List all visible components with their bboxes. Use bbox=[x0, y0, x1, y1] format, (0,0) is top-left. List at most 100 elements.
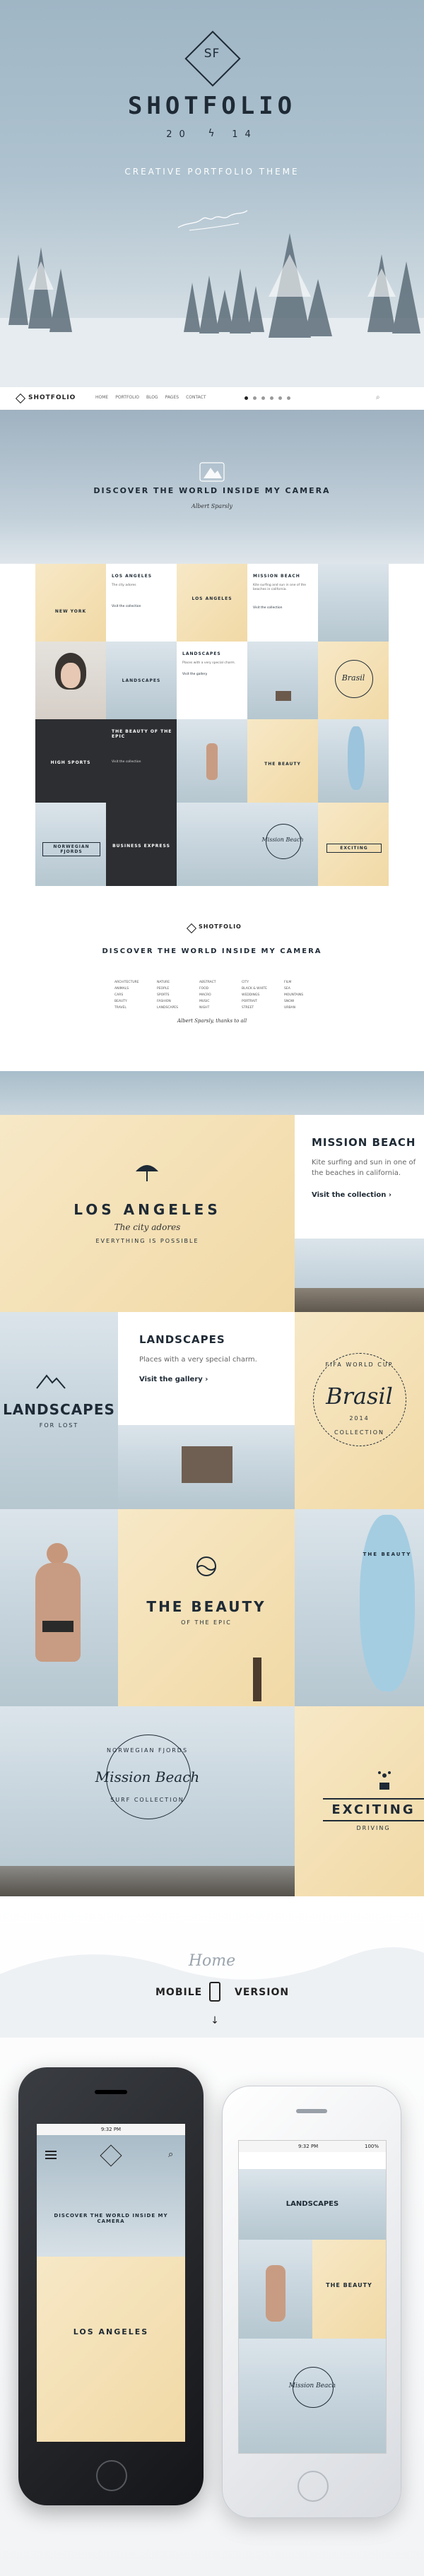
rocks-shape bbox=[295, 1288, 424, 1312]
footer-link[interactable]: ARCHITECTURE bbox=[114, 981, 157, 984]
social-icon[interactable] bbox=[287, 396, 290, 400]
tile-landscapes-large[interactable]: LANDSCAPES FOR LOST bbox=[0, 1312, 118, 1509]
footer-title: DISCOVER THE WORLD INSIDE MY CAMERA bbox=[102, 947, 322, 955]
footer-link[interactable]: ANIMALS bbox=[114, 987, 157, 991]
tile-portrait[interactable] bbox=[35, 642, 106, 719]
visit-collection-link[interactable]: Visit the collection › bbox=[312, 1191, 391, 1199]
nav-link-blog[interactable]: BLOG bbox=[146, 395, 158, 400]
tile-beauty[interactable]: THE BEAUTY bbox=[247, 719, 318, 803]
tile-mission-badge[interactable]: Mission Beach bbox=[247, 803, 318, 886]
footer-link[interactable]: NATURE bbox=[157, 981, 199, 984]
footer-link[interactable]: URBAN bbox=[284, 1006, 326, 1010]
tile-caption: NEW YORK bbox=[54, 609, 87, 614]
tile-link[interactable]: Visit the collection bbox=[253, 606, 282, 610]
footer-link[interactable]: SPORTS bbox=[157, 993, 199, 997]
tile-text: The city adores bbox=[112, 584, 136, 587]
footer-link[interactable]: PEOPLE bbox=[157, 987, 199, 991]
tile-photo-beach[interactable] bbox=[318, 564, 389, 642]
home-button[interactable] bbox=[298, 2471, 329, 2502]
menu-icon[interactable] bbox=[45, 2151, 57, 2152]
social-icon[interactable] bbox=[261, 396, 265, 400]
phone-tile-swimmer[interactable] bbox=[239, 2240, 312, 2339]
social-icon[interactable] bbox=[270, 396, 273, 400]
nav-brand[interactable]: SHOTFOLIO bbox=[28, 394, 76, 401]
phone-tile-la[interactable]: LOS ANGELES bbox=[37, 2257, 185, 2442]
tile-newyork[interactable]: NEW YORK bbox=[35, 564, 106, 642]
tile-surfboard-large[interactable]: THE BEAUTY bbox=[295, 1509, 424, 1706]
tile-mission-badge-large[interactable]: NORWEGIAN FJORDS Mission Beach SURF COLL… bbox=[0, 1706, 295, 1896]
tile-exciting[interactable]: EXCITING bbox=[318, 803, 389, 886]
tile-la-large[interactable]: LOS ANGELES The city adores EVERYTHING I… bbox=[0, 1115, 295, 1312]
footer-link[interactable]: CARS bbox=[114, 993, 157, 997]
tile-brasil-large[interactable]: FIFA WORLD CUP Brasil 2014 COLLECTION bbox=[295, 1312, 424, 1509]
footer-link[interactable]: CITY bbox=[242, 981, 284, 984]
tile-photo-sea[interactable] bbox=[177, 803, 247, 886]
home-button[interactable] bbox=[96, 2460, 127, 2491]
footer-link[interactable]: FILM bbox=[284, 981, 326, 984]
footer-link[interactable]: SNOW bbox=[284, 1000, 326, 1003]
tile-title: LOS ANGELES bbox=[73, 2327, 149, 2336]
tile-mission-large-info[interactable]: MISSION BEACH Kite surfing and sun in on… bbox=[295, 1115, 424, 1239]
tile-exciting-large[interactable]: EXCITING DRIVING bbox=[295, 1706, 424, 1896]
tile-link[interactable]: Visit the collection bbox=[112, 605, 141, 609]
footer-link[interactable]: FASHION bbox=[157, 1000, 199, 1003]
search-icon[interactable]: ⌕ bbox=[168, 2149, 173, 2160]
tile-landscapes-large-info[interactable]: LANDSCAPES Places with a very special ch… bbox=[118, 1312, 295, 1425]
footer-link[interactable]: NIGHT bbox=[199, 1006, 242, 1010]
social-icon[interactable] bbox=[245, 396, 248, 400]
tile-swimmer[interactable] bbox=[177, 719, 247, 803]
phone-logo-icon[interactable] bbox=[100, 2144, 122, 2167]
tile-surfboard[interactable] bbox=[318, 719, 389, 803]
phone-header: ⌕ DISCOVER THE WORLD INSIDE MY CAMERA bbox=[37, 2135, 185, 2257]
arrow-down-icon: ↓ bbox=[211, 2015, 219, 2026]
footer-link[interactable]: WEDDINGS bbox=[242, 993, 284, 997]
visit-gallery-link[interactable]: Visit the gallery › bbox=[139, 1376, 208, 1383]
search-icon[interactable]: ⌕ bbox=[376, 394, 380, 401]
footer-link[interactable]: BEAUTY bbox=[114, 1000, 157, 1003]
tile-photo-rocks[interactable] bbox=[295, 1239, 424, 1312]
nav-link-pages[interactable]: PAGES bbox=[165, 395, 179, 400]
nav-link-home[interactable]: HOME bbox=[95, 395, 108, 400]
footer-link[interactable]: PORTRAIT bbox=[242, 1000, 284, 1003]
footer-link[interactable]: MUSIC bbox=[199, 1000, 242, 1003]
tile-business[interactable]: BUSINESS EXPRESS bbox=[106, 803, 177, 886]
tile-sub: COLLECTION bbox=[334, 1429, 384, 1436]
footer-link[interactable]: MACRO bbox=[199, 993, 242, 997]
footer-link[interactable]: MOUNTAINS bbox=[284, 993, 326, 997]
footer-link[interactable]: BLACK & WHITE bbox=[242, 987, 284, 991]
footer-link[interactable]: FOOD bbox=[199, 987, 242, 991]
tile-norwegian[interactable]: NORWEGIAN FJORDS bbox=[35, 803, 106, 886]
tile-link[interactable]: Visit the gallery bbox=[182, 673, 207, 677]
tile-photo-hut[interactable] bbox=[118, 1425, 295, 1509]
tile-sub: OF THE EPIC bbox=[181, 1619, 232, 1626]
social-icon[interactable] bbox=[278, 396, 282, 400]
tile-beauty-info[interactable]: THE BEAUTY OF THE EPIC Visit the collect… bbox=[106, 719, 177, 803]
tile-brasil[interactable]: Brasil bbox=[318, 642, 389, 719]
footer-link[interactable]: ABSTRACT bbox=[199, 981, 242, 984]
footer-link[interactable]: STREET bbox=[242, 1006, 284, 1010]
tile-hut[interactable] bbox=[247, 642, 318, 719]
nav-logo-icon[interactable] bbox=[15, 393, 26, 404]
tile-la-info[interactable]: LOS ANGELES The city adores Visit the co… bbox=[106, 564, 177, 642]
phone-tile-beauty[interactable]: THE BEAUTY bbox=[312, 2240, 386, 2339]
tile-beauty-large[interactable]: THE BEAUTY OF THE EPIC bbox=[118, 1509, 295, 1706]
tile-swimmer-large[interactable] bbox=[0, 1509, 118, 1706]
nav-link-portfolio[interactable]: PORTFOLIO bbox=[115, 395, 139, 400]
tile-la[interactable]: LOS ANGELES bbox=[177, 564, 247, 642]
banner-signature: Albert Sparsly bbox=[191, 503, 233, 509]
tile-mission-info[interactable]: MISSION BEACH Kite surfing and sun in on… bbox=[247, 564, 318, 642]
tile-highsports[interactable]: HIGH SPORTS bbox=[35, 719, 106, 803]
phone-tile-landscapes[interactable]: LANDSCAPES bbox=[239, 2169, 386, 2240]
tile-script: The city adores bbox=[114, 1222, 181, 1232]
footer-link[interactable]: TRAVEL bbox=[114, 1006, 157, 1010]
tile-script: Mission Beach bbox=[288, 2382, 336, 2389]
tile-landscapes-info[interactable]: LANDSCAPES Places with a very special ch… bbox=[177, 642, 247, 719]
social-icon[interactable] bbox=[253, 396, 257, 400]
phone-tile-mission[interactable]: Mission Beach bbox=[239, 2339, 386, 2453]
tile-link[interactable]: Visit the collection bbox=[112, 760, 141, 764]
nav-link-contact[interactable]: CONTACT bbox=[186, 395, 206, 400]
tile-landscapes[interactable]: LANDSCAPES bbox=[106, 642, 177, 719]
footer-link[interactable]: SEA bbox=[284, 987, 326, 991]
footer-link[interactable]: LANDSCAPES bbox=[157, 1006, 199, 1010]
portfolio-grid-small: NEW YORK LOS ANGELES The city adores Vis… bbox=[35, 564, 389, 886]
